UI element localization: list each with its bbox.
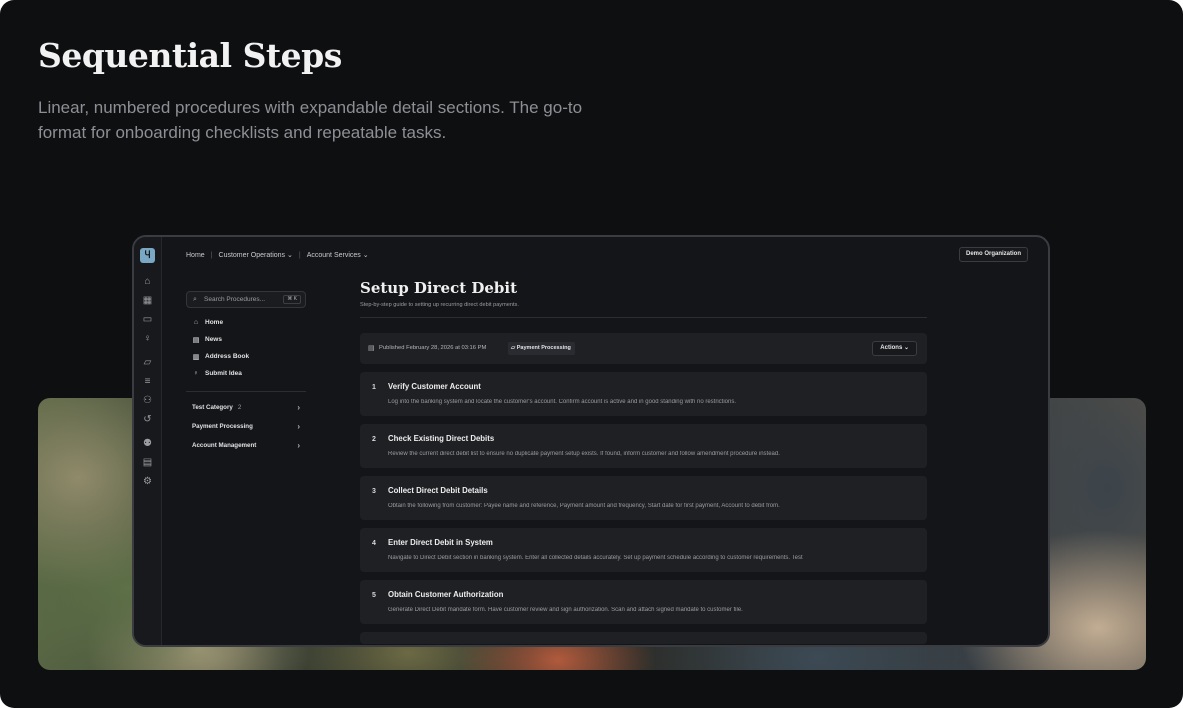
nav-item-label: Address Book (205, 353, 250, 360)
step-number: 3 (372, 488, 376, 495)
lightbulb-icon[interactable]: ♀ (141, 332, 154, 345)
database-icon[interactable]: ≡ (141, 375, 154, 388)
folder-icon[interactable]: ▱ (141, 356, 154, 369)
step-number: 4 (372, 540, 376, 547)
step-title: Collect Direct Debit Details (388, 486, 488, 495)
top-bar: Home | Customer Operations ⌄ | Account S… (162, 237, 1048, 275)
step-title: Obtain Customer Authorization (388, 590, 504, 599)
sidebar: ⌕ Search Procedures... ⌘ K ⌂ Home ▤ News… (186, 291, 306, 455)
nav-item-submit-idea[interactable]: ♀ Submit Idea (186, 365, 306, 382)
chevron-down-icon: ⌄ (362, 252, 369, 259)
breadcrumb-home[interactable]: Home (186, 252, 205, 259)
search-placeholder: Search Procedures... (204, 296, 266, 303)
shortcut-badge: ⌘ K (283, 295, 301, 304)
document-meta-bar: ▤ Published February 28, 2026 at 03:16 P… (360, 333, 927, 364)
chevron-down-icon: ⌄ (287, 252, 293, 259)
step-description: Obtain the following from customer: Paye… (388, 503, 780, 509)
sidebar-divider (186, 391, 306, 392)
main-content: Setup Direct Debit Step-by-step guide to… (360, 279, 927, 644)
chevron-right-icon: › (297, 422, 300, 431)
book-icon: ▥ (192, 353, 200, 361)
step-card[interactable]: 2 Check Existing Direct Debits Review th… (360, 424, 927, 468)
step-number: 5 (372, 592, 376, 599)
users-icon[interactable]: ⚇ (141, 394, 154, 407)
step-description: Review the current direct debit list to … (388, 451, 780, 457)
step-card[interactable]: 1 Verify Customer Account Log into the b… (360, 372, 927, 416)
step-card[interactable]: 4 Enter Direct Debit in System Navigate … (360, 528, 927, 572)
hero-subtitle: Linear, numbered procedures with expanda… (38, 98, 583, 142)
app-logo-icon[interactable]: Ⴗ (140, 248, 155, 263)
chevron-down-icon: ⌄ (903, 345, 909, 351)
lightbulb-icon: ♀ (193, 370, 199, 377)
category-label: Test Category (192, 404, 233, 411)
step-card[interactable]: 3 Collect Direct Debit Details Obtain th… (360, 476, 927, 520)
home-icon[interactable]: ⌂ (141, 275, 154, 288)
nav-item-label: News (205, 336, 222, 343)
inbox-icon[interactable]: ▭ (141, 313, 154, 326)
step-card-partial[interactable] (360, 632, 927, 644)
nav-item-label: Submit Idea (205, 370, 242, 377)
step-description: Navigate to Direct Debit section in bank… (388, 555, 803, 561)
hero-title: Sequential Steps (38, 36, 342, 75)
nav-item-news[interactable]: ▤ News (186, 331, 306, 348)
actions-button[interactable]: Actions ⌄ (872, 341, 917, 356)
home-icon: ⌂ (193, 319, 199, 326)
published-date: Published February 28, 2026 at 03:16 PM (379, 345, 487, 351)
news-icon: ▤ (192, 336, 200, 344)
step-title: Enter Direct Debit in System (388, 538, 493, 547)
calendar-icon: ▤ (368, 345, 375, 352)
category-tag[interactable]: ▱ Payment Processing (508, 342, 575, 355)
breadcrumb-separator: | (210, 251, 213, 259)
breadcrumb-separator: | (298, 251, 301, 259)
app-window: Ⴗ ⌂ ▦ ▭ ♀ ▱ ≡ ⚇ ↺ ⚉ ▤ ⚙ Home | Customer … (132, 235, 1050, 647)
showcase-page: Sequential Steps Linear, numbered proced… (0, 0, 1183, 708)
step-card[interactable]: 5 Obtain Customer Authorization Generate… (360, 580, 927, 624)
step-title: Check Existing Direct Debits (388, 434, 495, 443)
organization-button[interactable]: Demo Organization (958, 247, 1028, 262)
chevron-right-icon: › (297, 403, 300, 412)
folder-icon: ▱ (511, 345, 516, 351)
page-title: Setup Direct Debit (360, 279, 518, 297)
category-label: Payment Processing (192, 423, 253, 430)
breadcrumb: Home | Customer Operations ⌄ | Account S… (186, 251, 369, 260)
search-input[interactable]: ⌕ Search Procedures... ⌘ K (186, 291, 306, 308)
category-count: 2 (237, 404, 242, 411)
search-icon: ⌕ (193, 296, 197, 303)
gear-icon[interactable]: ⚙ (141, 475, 154, 488)
calendar-icon[interactable]: ▤ (141, 456, 154, 469)
step-description: Generate Direct Debit mandate form. Have… (388, 607, 743, 613)
chevron-right-icon: › (297, 441, 300, 450)
user-plus-icon[interactable]: ⚉ (141, 437, 154, 450)
nav-item-address-book[interactable]: ▥ Address Book (186, 348, 306, 365)
page-subtitle: Step-by-step guide to setting up recurri… (360, 302, 519, 308)
nav-item-label: Home (205, 319, 224, 326)
step-number: 1 (372, 384, 376, 391)
category-label: Account Management (192, 442, 257, 449)
step-number: 2 (372, 436, 376, 443)
step-description: Log into the banking system and locate t… (388, 399, 737, 405)
breadcrumb-customer-operations[interactable]: Customer Operations ⌄ (219, 251, 293, 259)
grid-icon[interactable]: ▦ (141, 294, 154, 307)
history-icon[interactable]: ↺ (141, 413, 154, 426)
category-account-management[interactable]: Account Management › (186, 436, 306, 455)
content-divider (360, 317, 927, 318)
category-test-category[interactable]: Test Category 2 › (186, 398, 306, 417)
category-payment-processing[interactable]: Payment Processing › (186, 417, 306, 436)
step-title: Verify Customer Account (388, 382, 481, 391)
nav-item-home[interactable]: ⌂ Home (186, 314, 306, 331)
icon-rail: Ⴗ ⌂ ▦ ▭ ♀ ▱ ≡ ⚇ ↺ ⚉ ▤ ⚙ (134, 237, 162, 645)
breadcrumb-account-services[interactable]: Account Services ⌄ (307, 251, 369, 259)
